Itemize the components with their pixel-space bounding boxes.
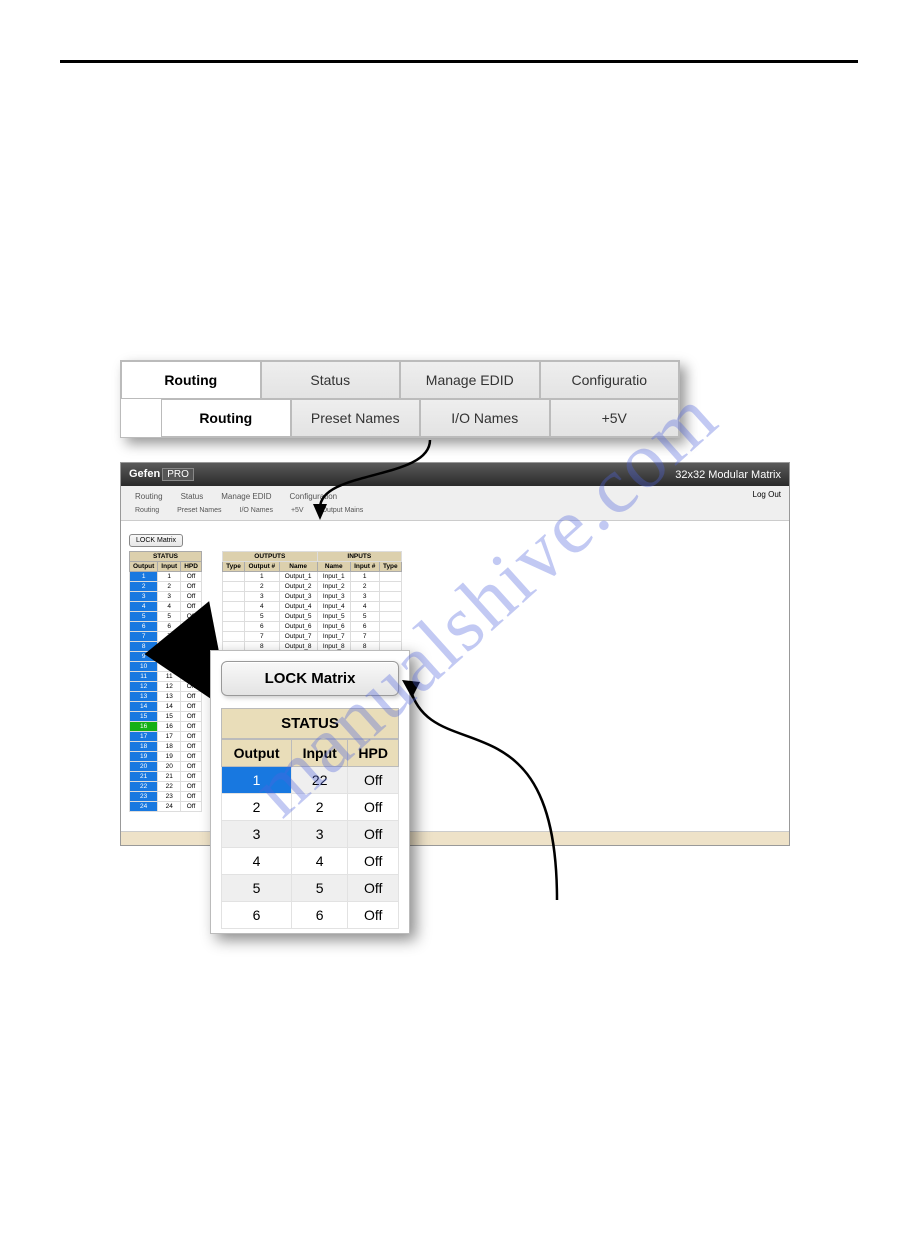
table-row[interactable]: 2121Off	[130, 772, 202, 782]
status-table: OutputInputHPD 122Off22Off33Off44Off55Of…	[221, 739, 399, 929]
col-header: HPD	[348, 740, 399, 767]
table-row[interactable]: 2222Off	[130, 782, 202, 792]
table-row[interactable]: 2020Off	[130, 762, 202, 772]
table-row[interactable]: 44Off	[222, 848, 399, 875]
table-row[interactable]: 122Off	[222, 767, 399, 794]
mini-sub-tab[interactable]: Output Mains	[316, 505, 370, 516]
page-top-rule	[60, 60, 858, 63]
table-row[interactable]: 66Off	[222, 902, 399, 929]
primary-tab-bar: Routing Status Manage EDID Configuration Log…	[121, 486, 789, 503]
table-row[interactable]: 11Off	[130, 572, 202, 582]
product-title: 32x32 Modular Matrix	[675, 469, 781, 481]
secondary-tab-bar: Routing Preset Names I/O Names +5V Output Ma…	[121, 503, 789, 521]
table-row[interactable]: 1515Off	[130, 712, 202, 722]
mini-tab[interactable]: Configuration	[284, 490, 344, 503]
nav-tab-configuratio[interactable]: Configuratio	[540, 361, 680, 399]
nav-tab-status[interactable]: Status	[261, 361, 401, 399]
col-header: Name	[317, 562, 350, 572]
col-header: Type	[379, 562, 401, 572]
col-header: Output	[130, 562, 158, 572]
nav-tab-routing[interactable]: Routing	[121, 361, 261, 399]
lock-matrix-button[interactable]: LOCK Matrix	[221, 661, 399, 696]
mini-tab[interactable]: Status	[175, 490, 210, 503]
table-row[interactable]: 5Output_5Input_55	[222, 612, 401, 622]
nav-tab-preset-names[interactable]: Preset Names	[291, 399, 421, 437]
table-row[interactable]: 1Output_1Input_11	[222, 572, 401, 582]
table-row[interactable]: 33Off	[222, 821, 399, 848]
logout-link[interactable]: Log Out	[753, 490, 781, 503]
table-row[interactable]: 1818Off	[130, 742, 202, 752]
mini-sub-tab[interactable]: Preset Names	[171, 505, 227, 516]
mini-sub-tab[interactable]: I/O Names	[234, 505, 279, 516]
nav-tab--5v[interactable]: +5V	[550, 399, 680, 437]
mini-tab[interactable]: Routing	[129, 490, 169, 503]
col-header: Output	[222, 740, 292, 767]
mini-sub-tab[interactable]: Routing	[129, 505, 165, 516]
col-header: Name	[279, 562, 317, 572]
table-row[interactable]: 1414Off	[130, 702, 202, 712]
table-row[interactable]: 55Off	[222, 875, 399, 902]
table-row[interactable]: 1313Off	[130, 692, 202, 702]
mini-sub-tab[interactable]: +5V	[285, 505, 310, 516]
nav-tab-manage-edid[interactable]: Manage EDID	[400, 361, 540, 399]
table-row[interactable]: 2Output_2Input_22	[222, 582, 401, 592]
col-header: Output #	[245, 562, 279, 572]
status-table-title: STATUS	[221, 708, 399, 739]
table-row[interactable]: 3Output_3Input_33	[222, 592, 401, 602]
brand-logo: GefenPRO	[129, 468, 194, 481]
table-row[interactable]: 1919Off	[130, 752, 202, 762]
browser-header: GefenPRO 32x32 Modular Matrix	[121, 463, 789, 486]
tabs-callout: RoutingStatusManage EDIDConfiguratio Rou…	[120, 360, 680, 438]
status-callout-panel: LOCK Matrix STATUS OutputInputHPD 122Off…	[210, 650, 410, 934]
col-header: Input	[158, 562, 181, 572]
col-header: Input	[292, 740, 348, 767]
table-row[interactable]: 4Output_4Input_44	[222, 602, 401, 612]
table-row[interactable]: 1616Off	[130, 722, 202, 732]
col-header: Input #	[350, 562, 379, 572]
lock-matrix-button-mini[interactable]: LOCK Matrix	[129, 534, 183, 547]
col-header: HPD	[181, 562, 202, 572]
table-row[interactable]: 1717Off	[130, 732, 202, 742]
col-header: Type	[222, 562, 244, 572]
nav-tab-i-o-names[interactable]: I/O Names	[420, 399, 550, 437]
table-row[interactable]: 2323Off	[130, 792, 202, 802]
nav-tab-routing[interactable]: Routing	[161, 399, 291, 437]
table-row[interactable]: 2424Off	[130, 802, 202, 812]
table-row[interactable]: 22Off	[222, 794, 399, 821]
mini-tab[interactable]: Manage EDID	[215, 490, 277, 503]
